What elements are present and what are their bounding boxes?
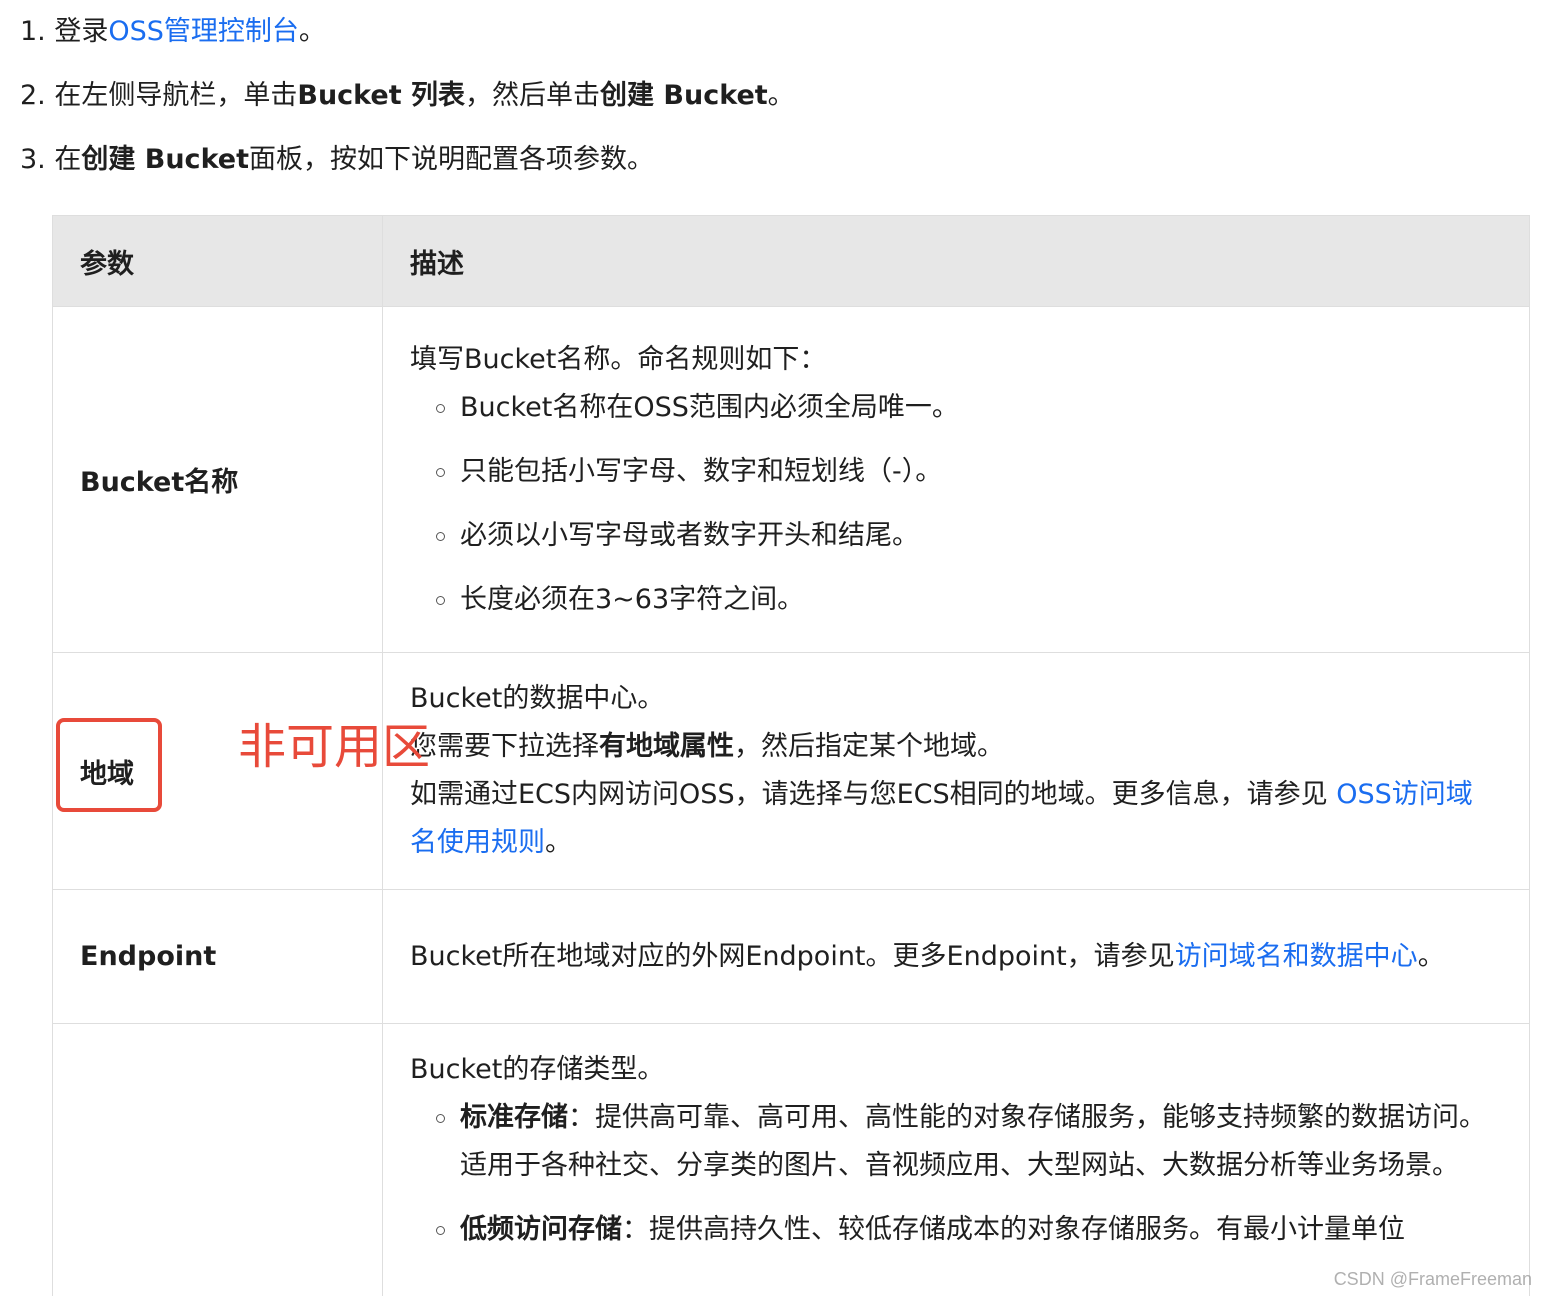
list-item: 低频访问存储：提供高持久性、较低存储成本的对象存储服务。有最小计量单位 <box>434 1206 1499 1254</box>
desc-line: Bucket所在地域对应的外网Endpoint。更多Endpoint，请参见访问… <box>410 940 1445 972</box>
storage-list: 标准存储：提供高可靠、高可用、高性能的对象存储服务，能够支持频繁的数据访问。适用… <box>410 1094 1499 1254</box>
header-param: 参数 <box>52 215 383 307</box>
step-text: 。 <box>767 80 795 111</box>
step-text: 。 <box>298 16 326 47</box>
list-item: 只能包括小写字母、数字和短划线（-）。 <box>434 448 1499 496</box>
list-item: 标准存储：提供高可靠、高可用、高性能的对象存储服务，能够支持频繁的数据访问。适用… <box>434 1094 1499 1190</box>
list-item: Bucket名称在OSS范围内必须全局唯一。 <box>434 384 1499 432</box>
desc-line: 如需通过ECS内网访问OSS，请选择与您ECS相同的地域。更多信息，请参见 OS… <box>410 779 1473 858</box>
step-number: 1. <box>20 16 46 47</box>
desc-cell: Bucket所在地域对应的外网Endpoint。更多Endpoint，请参见访问… <box>382 889 1530 1024</box>
step-number: 2. <box>20 80 46 111</box>
desc-cell: Bucket的存储类型。 标准存储：提供高可靠、高可用、高性能的对象存储服务，能… <box>382 1023 1530 1296</box>
watermark: CSDN @FrameFreeman <box>1333 1269 1532 1289</box>
rule-list: Bucket名称在OSS范围内必须全局唯一。 只能包括小写字母、数字和短划线（-… <box>410 384 1499 624</box>
step-text: 面板，按如下说明配置各项参数。 <box>249 144 655 175</box>
param-cell: Endpoint <box>52 889 383 1024</box>
oss-console-link[interactable]: OSS管理控制台 <box>108 16 299 47</box>
step-text: 在 <box>54 144 82 175</box>
table-row: Bucket的存储类型。 标准存储：提供高可靠、高可用、高性能的对象存储服务，能… <box>52 1023 1530 1296</box>
header-desc: 描述 <box>382 215 1530 307</box>
domain-datacenter-link[interactable]: 访问域名和数据中心 <box>1175 941 1418 972</box>
step-3: 3. 在创建 Bucket面板，按如下说明配置各项参数。 <box>20 140 654 180</box>
table-row: Bucket名称 填写Bucket名称。命名规则如下： Bucket名称在OSS… <box>52 306 1530 653</box>
param-endpoint: Endpoint <box>80 941 217 972</box>
table-header-row: 参数 描述 <box>52 215 1530 307</box>
region-attr-label: 有地域属性 <box>599 731 734 762</box>
bucket-list-label: Bucket 列表 <box>297 80 466 111</box>
desc-line: Bucket的数据中心。 <box>410 683 665 714</box>
param-cell <box>52 1023 383 1296</box>
desc-cell: Bucket的数据中心。 您需要下拉选择有地域属性，然后指定某个地域。 如需通过… <box>382 652 1530 890</box>
param-cell: Bucket名称 <box>52 306 383 653</box>
step-text: 登录 <box>54 16 109 47</box>
create-bucket-label: 创建 Bucket <box>600 80 768 111</box>
create-bucket-label: 创建 Bucket <box>81 144 250 175</box>
step-2: 2. 在左侧导航栏，单击Bucket 列表，然后单击创建 Bucket。 <box>20 76 795 116</box>
step-number: 3. <box>20 144 46 175</box>
desc-intro: 填写Bucket名称。命名规则如下： <box>410 343 827 375</box>
desc-line: 您需要下拉选择有地域属性，然后指定某个地域。 <box>410 731 1004 762</box>
list-item: 必须以小写字母或者数字开头和结尾。 <box>434 512 1499 560</box>
region-highlight-box <box>56 718 162 812</box>
desc-intro: Bucket的存储类型。 <box>410 1054 665 1085</box>
step-text: 在左侧导航栏，单击 <box>54 80 298 111</box>
desc-cell: 填写Bucket名称。命名规则如下： Bucket名称在OSS范围内必须全局唯一… <box>382 306 1530 653</box>
step-text: ，然后单击 <box>465 80 601 111</box>
list-item: 长度必须在3~63字符之间。 <box>434 576 1499 624</box>
param-bucket-name: Bucket名称 <box>80 467 239 498</box>
annotation-label: 非可用区 <box>238 719 431 775</box>
step-1: 1. 登录OSS管理控制台。 <box>20 12 326 52</box>
table-row: Endpoint Bucket所在地域对应的外网Endpoint。更多Endpo… <box>52 889 1530 1024</box>
